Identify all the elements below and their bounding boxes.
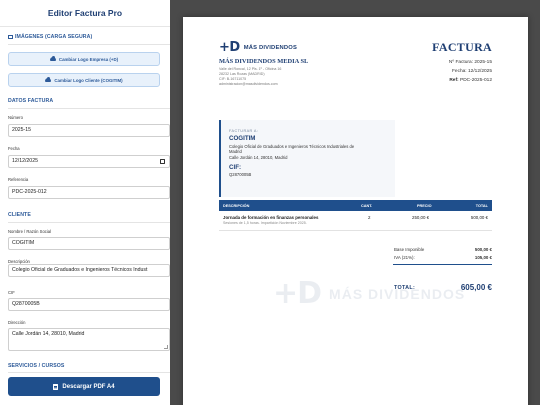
download-pdf-label: Descargar PDF A4 bbox=[62, 383, 115, 390]
row-quantity: 2 bbox=[368, 215, 371, 220]
client-name: COGITIM bbox=[229, 135, 256, 142]
company-logo: +D MÁS DIVIDENDOS bbox=[219, 40, 297, 55]
client-address: Calle Jordán 14, 28010, Madrid bbox=[229, 155, 288, 160]
bill-to-box: FACTURAR A: COGITIM Colegio Oficial de G… bbox=[219, 120, 395, 197]
client-section-divider bbox=[8, 222, 170, 223]
invoice-preview-area[interactable]: +D MÁS DIVIDENDOS MÁS DIVIDENDOS MEDIA S… bbox=[170, 0, 540, 405]
invoice-date-meta-value: 12/12/2025 bbox=[467, 69, 492, 74]
address-label: Dirección bbox=[8, 320, 26, 325]
client-description-line-2: Madrid bbox=[229, 149, 242, 154]
row-description: Jornada de formación en finanzas persona… bbox=[223, 215, 319, 220]
images-section-divider bbox=[8, 44, 170, 45]
invoice-date-meta: Fecha: 12/12/2025 bbox=[452, 69, 492, 74]
images-section-label: IMÁGENES (CARGA SEGURA) bbox=[15, 34, 93, 40]
company-name: MÁS DIVIDENDOS MEDIA SL bbox=[219, 58, 309, 65]
invoice-date-value: 12/12/2025 bbox=[12, 158, 38, 164]
iva-value: 105,00 € bbox=[474, 255, 492, 260]
services-section-heading: SERVICIOS / CURSOS bbox=[8, 363, 65, 369]
upload-cloud-icon bbox=[45, 76, 52, 82]
title-divider bbox=[0, 26, 170, 27]
items-table-header: DESCRIPCIÓN CANT. PRECIO TOTAL bbox=[219, 200, 492, 211]
invoice-title: FACTURA bbox=[432, 40, 492, 54]
change-client-logo-button[interactable]: Cambiar Logo Cliente (COGITIM) bbox=[8, 73, 160, 87]
iva-label: IVA (21%): bbox=[394, 255, 415, 260]
row-total: 500,00 € bbox=[470, 215, 488, 220]
download-pdf-button[interactable]: Descargar PDF A4 bbox=[8, 377, 160, 396]
header-total: TOTAL bbox=[475, 204, 488, 208]
invoice-ref-meta-value: PDC-2025-012 bbox=[460, 78, 492, 83]
services-section-divider bbox=[8, 372, 170, 373]
calendar-icon[interactable] bbox=[160, 159, 165, 164]
row-subtitle: Sesiones de 1,5 horas. Impartición Novie… bbox=[223, 220, 307, 225]
header-price: PRECIO bbox=[417, 204, 432, 208]
header-description: DESCRIPCIÓN bbox=[223, 204, 250, 208]
client-name-input[interactable]: COGITIM bbox=[8, 237, 170, 250]
editor-sidebar: Editor Factura Pro IMÁGENES (CARGA SEGUR… bbox=[0, 0, 170, 405]
images-section-heading: IMÁGENES (CARGA SEGURA) bbox=[0, 34, 92, 40]
total-label: TOTAL: bbox=[394, 285, 416, 291]
invoice-section-divider bbox=[8, 108, 170, 109]
header-quantity: CANT. bbox=[361, 204, 373, 208]
reference-label: Referencia bbox=[8, 177, 29, 182]
cif-input[interactable]: Q2870005B bbox=[8, 298, 170, 311]
date-label: Fecha bbox=[8, 146, 20, 151]
brand-mark-logo: +D bbox=[219, 40, 240, 55]
invoice-number-input[interactable]: 2025-15 bbox=[8, 124, 170, 137]
invoice-page: +D MÁS DIVIDENDOS MÁS DIVIDENDOS MEDIA S… bbox=[183, 17, 528, 405]
base-value: 500,00 € bbox=[474, 247, 492, 252]
upload-cloud-icon bbox=[49, 55, 56, 61]
invoice-date-meta-label: Fecha: bbox=[451, 69, 467, 74]
invoice-date-input[interactable]: 12/12/2025 bbox=[8, 155, 170, 168]
client-cif-value: Q2870005B bbox=[229, 172, 252, 177]
address-value: Calle Jordán 14, 28010, Madrid bbox=[12, 331, 85, 337]
client-description-input[interactable]: Colegio Oficial de Graduados e Ingeniero… bbox=[8, 264, 170, 277]
cif-label: CIF bbox=[8, 290, 15, 295]
invoice-number-meta-value: 2025-15 bbox=[474, 60, 492, 65]
image-icon bbox=[8, 34, 13, 39]
invoice-ref-meta: Ref: PDC-2025-012 bbox=[449, 78, 492, 83]
invoice-data-section-heading: DATOS FACTURA bbox=[8, 98, 54, 104]
company-email-line: administracion@masdividendos.com bbox=[219, 82, 278, 86]
client-name-label: Nombre / Razón Social bbox=[8, 229, 52, 234]
client-description-line-1: Colegio Oficial de Graduados e Ingeniero… bbox=[229, 144, 355, 149]
invoice-number-meta: Nº Factura: 2025-15 bbox=[449, 60, 492, 65]
brand-name-logo: MÁS DIVIDENDOS bbox=[243, 44, 298, 51]
table-row: Jornada de formación en finanzas persona… bbox=[219, 211, 492, 231]
row-price: 250,00 € bbox=[412, 215, 430, 220]
watermark-logo: +D MÁS DIVIDENDOS bbox=[273, 276, 465, 311]
reference-input[interactable]: PDC-2025-012 bbox=[8, 186, 170, 199]
company-cif-line: CIF: B-16711075 bbox=[219, 77, 247, 81]
company-city-line: 28232 Las Rozas (MADRID) bbox=[219, 72, 265, 76]
invoice-ref-meta-label: Ref: bbox=[449, 78, 459, 83]
address-textarea[interactable]: Calle Jordán 14, 28010, Madrid bbox=[8, 328, 170, 351]
base-label: Base Imponible bbox=[394, 247, 425, 252]
resize-grip-icon[interactable] bbox=[164, 345, 168, 349]
invoice-number-meta-label: Nº Factura: bbox=[448, 60, 474, 65]
totals-divider bbox=[393, 264, 492, 265]
change-company-logo-button[interactable]: Cambiar Logo Empresa (+D) bbox=[8, 52, 160, 66]
document-icon bbox=[53, 383, 59, 390]
client-section-heading: CLIENTE bbox=[8, 212, 31, 218]
client-cif-label: CIF: bbox=[229, 164, 242, 171]
change-client-logo-label: Cambiar Logo Cliente (COGITIM) bbox=[54, 77, 123, 83]
bill-to-label: FACTURAR A: bbox=[229, 129, 259, 133]
watermark-mark: +D bbox=[273, 276, 322, 311]
company-address-line: Valle del Roncal, 12 Pls. 1º - Oficina 1… bbox=[219, 67, 282, 71]
change-company-logo-label: Cambiar Logo Empresa (+D) bbox=[58, 56, 119, 62]
editor-title: Editor Factura Pro bbox=[47, 8, 123, 18]
total-value: 605,00 € bbox=[460, 283, 492, 292]
number-label: Número bbox=[8, 115, 23, 120]
